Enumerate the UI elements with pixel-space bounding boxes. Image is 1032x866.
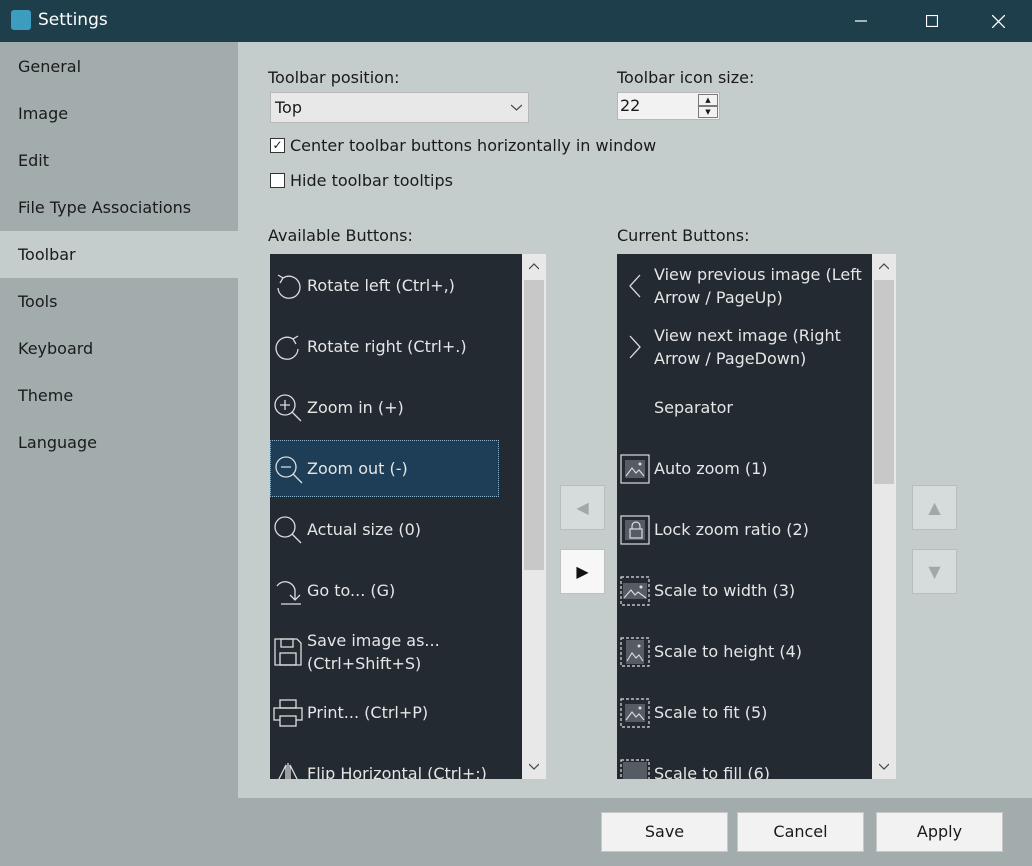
scroll-up-icon[interactable] (522, 254, 546, 278)
move-right-button[interactable]: ▶ (560, 549, 605, 594)
triangle-up-icon: ▲ (928, 498, 941, 517)
rotate-right-icon (272, 318, 304, 375)
hide-tooltips-label: Hide toolbar tooltips (290, 171, 453, 190)
triangle-left-icon: ◀ (576, 498, 589, 517)
flip-horizontal-icon (272, 745, 304, 779)
scale-fit-icon (619, 684, 651, 741)
center-buttons-label: Center toolbar buttons horizontally in w… (290, 136, 657, 155)
settings-sidebar: General Image Edit File Type Association… (0, 42, 238, 866)
toolbar-position-label: Toolbar position: (268, 68, 400, 87)
sidebar-item-theme[interactable]: Theme (0, 372, 238, 419)
scale-height-icon (619, 623, 651, 680)
sidebar-item-keyboard[interactable]: Keyboard (0, 325, 238, 372)
list-item[interactable]: Actual size (0) (270, 501, 522, 558)
save-button[interactable]: Save (601, 812, 728, 852)
triangle-right-icon: ▶ (576, 562, 589, 581)
list-item[interactable]: Print... (Ctrl+P) (270, 684, 522, 741)
title-bar: Settings (0, 0, 1032, 42)
list-item[interactable]: Scale to fit (5) (617, 684, 872, 741)
list-item[interactable]: Scale to width (3) (617, 562, 872, 619)
chevron-right-icon (619, 318, 651, 375)
scroll-up-icon[interactable] (872, 254, 896, 278)
list-item[interactable]: Zoom in (+) (270, 379, 522, 436)
current-buttons-label: Current Buttons: (617, 226, 750, 245)
list-item[interactable]: Auto zoom (1) (617, 440, 872, 497)
sidebar-item-image[interactable]: Image (0, 90, 238, 137)
triangle-down-icon: ▼ (928, 562, 941, 581)
scroll-thumb[interactable] (874, 280, 894, 484)
center-buttons-option[interactable]: ✓ Center toolbar buttons horizontally in… (270, 136, 656, 155)
go-to-icon (272, 562, 304, 619)
maximize-button[interactable] (909, 0, 955, 42)
hide-tooltips-option[interactable]: Hide toolbar tooltips (270, 171, 453, 190)
zoom-in-icon (272, 379, 304, 436)
sidebar-item-language[interactable]: Language (0, 419, 238, 466)
minimize-icon (855, 20, 867, 22)
apply-button[interactable]: Apply (876, 812, 1003, 852)
sidebar-item-edit[interactable]: Edit (0, 137, 238, 184)
list-item[interactable]: Separator (617, 379, 872, 436)
spinner-buttons: ▲ ▼ (698, 94, 718, 118)
scroll-down-icon[interactable] (872, 755, 896, 779)
scale-width-icon (619, 562, 651, 619)
rotate-left-icon (272, 257, 304, 314)
move-down-button[interactable]: ▼ (912, 549, 957, 594)
scroll-thumb[interactable] (524, 280, 544, 570)
list-item[interactable]: Save image as... (Ctrl+Shift+S) (270, 623, 522, 680)
sidebar-item-tools[interactable]: Tools (0, 278, 238, 325)
move-up-button[interactable]: ▲ (912, 485, 957, 530)
spin-down-button[interactable]: ▼ (698, 106, 718, 118)
actual-size-icon (272, 501, 304, 558)
sidebar-item-file-type-associations[interactable]: File Type Associations (0, 184, 238, 231)
scale-fill-icon (619, 745, 651, 779)
available-buttons-list[interactable]: Rotate left (Ctrl+,) Rotate right (Ctrl+… (270, 254, 522, 779)
chevron-left-icon (619, 257, 651, 314)
print-icon (272, 684, 304, 741)
available-scrollbar[interactable] (522, 254, 546, 779)
current-buttons-list[interactable]: View previous image (Left Arrow / PageUp)… (617, 254, 872, 779)
current-scrollbar[interactable] (872, 254, 896, 779)
sidebar-item-toolbar[interactable]: Toolbar (0, 231, 238, 278)
list-item[interactable]: Scale to fill (6) (617, 745, 872, 779)
move-left-button[interactable]: ◀ (560, 485, 605, 530)
center-buttons-checkbox[interactable]: ✓ (270, 138, 285, 153)
cancel-button[interactable]: Cancel (737, 812, 864, 852)
save-icon (272, 623, 304, 680)
icon-size-value: 22 (620, 96, 641, 115)
list-item[interactable]: Lock zoom ratio (2) (617, 501, 872, 558)
maximize-icon (926, 15, 938, 27)
available-buttons-label: Available Buttons: (268, 226, 413, 245)
sidebar-item-general[interactable]: General (0, 43, 238, 90)
list-item[interactable]: View previous image (Left Arrow / PageUp) (617, 257, 872, 314)
close-icon (991, 14, 1005, 28)
scroll-down-icon[interactable] (522, 755, 546, 779)
lock-zoom-icon (619, 501, 651, 558)
list-item[interactable]: Go to... (G) (270, 562, 522, 619)
list-item[interactable]: Scale to height (4) (617, 623, 872, 680)
window-title: Settings (38, 10, 108, 30)
list-item[interactable]: Rotate left (Ctrl+,) (270, 257, 522, 314)
list-item[interactable]: Rotate right (Ctrl+.) (270, 318, 522, 375)
list-item-selected[interactable]: Zoom out (-) (270, 440, 499, 497)
toolbar-position-value: Top (275, 98, 302, 117)
zoom-out-icon (273, 441, 305, 498)
spin-up-button[interactable]: ▲ (698, 94, 718, 106)
toolbar-icon-size-spinner[interactable]: 22 ▲ ▼ (617, 92, 720, 120)
close-button[interactable] (975, 0, 1021, 42)
minimize-button[interactable] (838, 0, 884, 42)
toolbar-icon-size-label: Toolbar icon size: (617, 68, 755, 87)
chevron-down-icon (510, 93, 523, 131)
app-logo-icon (11, 10, 31, 30)
list-item[interactable]: View next image (Right Arrow / PageDown) (617, 318, 872, 375)
hide-tooltips-checkbox[interactable] (270, 173, 285, 188)
list-item[interactable]: Flip Horizontal (Ctrl+;) (270, 745, 522, 779)
auto-zoom-icon (619, 440, 651, 497)
toolbar-position-select[interactable]: Top (270, 92, 529, 123)
